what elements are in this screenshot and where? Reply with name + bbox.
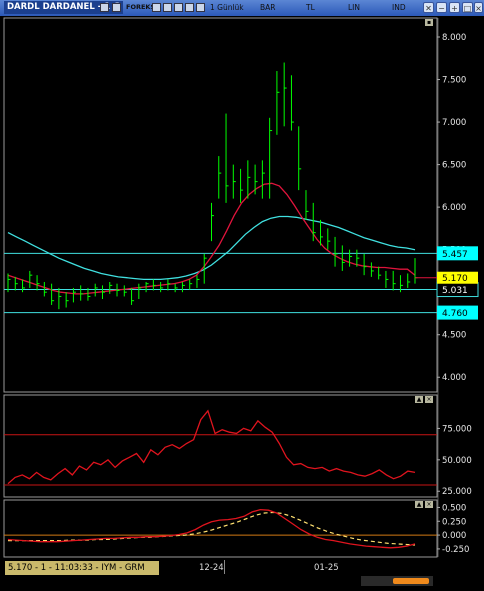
macd-pane-frame xyxy=(3,499,438,558)
y-tick-label: 75.000 xyxy=(442,424,472,434)
level-label: 4.760 xyxy=(442,309,468,319)
pane-settings-icon[interactable]: ▪ xyxy=(425,19,433,26)
rsi-pane-frame xyxy=(3,394,438,498)
level-label: 5.031 xyxy=(442,286,468,296)
pane-collapse-icon[interactable]: ▲ xyxy=(415,501,423,508)
last-price-label: 5.170 xyxy=(442,274,468,284)
macd-line xyxy=(7,508,416,549)
price-pane[interactable]: 8.0007.5007.0006.5006.0005.5005.0004.500… xyxy=(4,33,479,383)
chart-window: DARDL DARDANEL - 1 G FOREKS 1 Günlük BAR… xyxy=(0,0,484,591)
y-tick-label: 0.000 xyxy=(442,531,466,541)
y-tick-label: 6.000 xyxy=(442,203,466,213)
chart-canvas: 8.0007.5007.0006.5006.0005.5005.0004.500… xyxy=(3,17,479,558)
rsi-pane[interactable]: 75.000 50.000 25.000 xyxy=(4,409,472,497)
y-tick-label: 25.000 xyxy=(442,487,472,497)
macd-pane[interactable]: 0.500 0.250 0.000 -0.250 xyxy=(4,503,469,555)
y-tick-label: 7.500 xyxy=(442,76,466,86)
date-label: 12-24 xyxy=(199,563,224,573)
pane-collapse-icon[interactable]: ▲ xyxy=(415,396,423,403)
y-tick-label: 0.250 xyxy=(442,517,466,527)
pane-close-icon[interactable]: × xyxy=(425,501,433,508)
y-tick-label: 8.000 xyxy=(442,33,466,43)
scrollbar-thumb[interactable] xyxy=(393,578,429,584)
y-tick-label: 0.500 xyxy=(442,503,466,513)
y-tick-label: 7.000 xyxy=(442,118,466,128)
y-tick-label: 6.500 xyxy=(442,161,466,171)
pane-close-icon[interactable]: × xyxy=(425,396,433,403)
date-label: 01-25 xyxy=(314,563,339,573)
price-pane-frame xyxy=(3,17,438,393)
level-label: 5.457 xyxy=(442,250,468,260)
y-tick-label: 4.500 xyxy=(442,331,466,341)
status-text: 5.170 - 1 - 11:03:33 - IYM - GRM xyxy=(5,561,159,575)
y-tick-label: -0.250 xyxy=(442,545,469,555)
rsi-line xyxy=(7,409,416,485)
y-tick-label: 50.000 xyxy=(442,456,472,466)
macd-signal-line xyxy=(8,511,416,546)
y-tick-label: 4.000 xyxy=(442,373,466,383)
